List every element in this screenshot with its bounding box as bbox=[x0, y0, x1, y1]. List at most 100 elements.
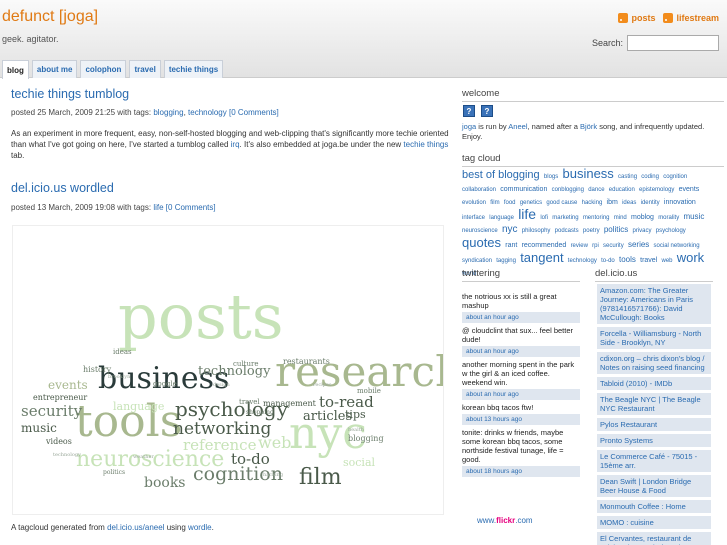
delicious-bookmark[interactable]: Monmouth Coffee : Home bbox=[597, 500, 711, 513]
help-icon[interactable]: ? bbox=[463, 105, 475, 117]
tag-cloud-link[interactable]: travel bbox=[640, 257, 657, 264]
tag-cloud-link[interactable]: podcasts bbox=[555, 228, 579, 234]
tag-cloud-link[interactable]: tangent bbox=[520, 250, 563, 265]
tag-cloud-link[interactable]: syndication bbox=[462, 258, 492, 264]
tag-cloud-link[interactable]: series bbox=[628, 240, 649, 249]
irq-link[interactable]: irq bbox=[231, 140, 240, 149]
tab-colophon[interactable]: colophon bbox=[80, 60, 127, 78]
tag-cloud-link[interactable]: neuroscience bbox=[462, 228, 498, 234]
tag-cloud-link[interactable]: work bbox=[677, 250, 704, 265]
tag-cloud-link[interactable]: language bbox=[489, 215, 514, 221]
tag-cloud-link[interactable]: business bbox=[562, 166, 613, 181]
joga-link[interactable]: joga bbox=[462, 122, 476, 131]
tag-cloud-link[interactable]: events bbox=[679, 186, 700, 193]
post-title[interactable]: del.icio.us wordled bbox=[11, 181, 114, 195]
tag-cloud-link[interactable]: life bbox=[518, 206, 536, 222]
delicious-bookmark[interactable]: MOMO : cuisine bbox=[597, 516, 711, 529]
delicious-bookmark[interactable]: El Cervantes, restaurant de cuisine du m… bbox=[597, 532, 711, 545]
tag-link[interactable]: technology bbox=[188, 108, 227, 117]
tag-cloud-link[interactable]: psychology bbox=[656, 228, 686, 234]
posts-feed-link[interactable]: posts bbox=[618, 13, 655, 23]
tweet-time[interactable]: about an hour ago bbox=[462, 389, 580, 400]
delicious-bookmark[interactable]: Le Commerce Café - 75015 - 15ème arr. bbox=[597, 450, 711, 472]
flickr-badge[interactable]: www.flickr.com bbox=[477, 516, 533, 525]
tab-techie-things[interactable]: techie things bbox=[163, 60, 224, 78]
tag-cloud-link[interactable]: review bbox=[571, 243, 588, 249]
tag-cloud-link[interactable]: marketing bbox=[552, 215, 578, 221]
tag-cloud-link[interactable]: tagging bbox=[496, 258, 516, 264]
tag-cloud-link[interactable]: social networking bbox=[654, 243, 700, 249]
tag-cloud-link[interactable]: blogs bbox=[544, 174, 558, 180]
delicious-profile-link[interactable]: del.icio.us/aneel bbox=[107, 523, 164, 532]
tag-cloud-link[interactable]: good cause bbox=[546, 200, 577, 206]
tag-cloud-link[interactable]: privacy bbox=[633, 228, 652, 234]
tag-cloud-link[interactable]: casting bbox=[618, 174, 637, 180]
delicious-bookmark[interactable]: Forcella - Williamsburg - North Side - B… bbox=[597, 327, 711, 349]
tag-cloud-link[interactable]: collaboration bbox=[462, 187, 496, 193]
tag-cloud-link[interactable]: film bbox=[490, 200, 499, 206]
post-title[interactable]: techie things tumblog bbox=[11, 87, 129, 101]
lifestream-feed-link[interactable]: lifestream bbox=[663, 13, 719, 23]
tag-cloud-link[interactable]: politics bbox=[604, 225, 628, 234]
tweet-time[interactable]: about 13 hours ago bbox=[462, 414, 580, 425]
tag-cloud-link[interactable]: morality bbox=[658, 215, 679, 221]
comments-link[interactable]: [0 Comments] bbox=[229, 108, 279, 117]
tag-cloud-link[interactable]: ideas bbox=[622, 200, 636, 206]
tag-cloud-link[interactable]: nyc bbox=[502, 224, 518, 235]
tag-cloud-link[interactable]: dance bbox=[588, 187, 604, 193]
tweet-time[interactable]: about 18 hours ago bbox=[462, 466, 580, 477]
delicious-bookmark[interactable]: Tabloid (2010) - IMDb bbox=[597, 377, 711, 390]
tag-link[interactable]: life bbox=[153, 203, 163, 212]
tag-cloud-link[interactable]: hacking bbox=[582, 200, 603, 206]
tag-cloud-link[interactable]: to-do bbox=[601, 258, 615, 264]
tag-cloud-link[interactable]: tools bbox=[619, 255, 636, 264]
delicious-bookmark[interactable]: Pylos Restaurant bbox=[597, 418, 711, 431]
tag-cloud-link[interactable]: evolution bbox=[462, 200, 486, 206]
tag-cloud-link[interactable]: cognition bbox=[663, 174, 687, 180]
help-icon[interactable]: ? bbox=[481, 105, 493, 117]
tag-cloud-link[interactable]: food bbox=[504, 200, 516, 206]
tag-cloud-link[interactable]: rant bbox=[505, 242, 517, 249]
wordle-link[interactable]: wordle bbox=[188, 523, 212, 532]
delicious-bookmark[interactable]: Pronto Systems bbox=[597, 434, 711, 447]
aneel-link[interactable]: Aneel bbox=[508, 122, 527, 131]
tag-cloud-link[interactable]: philosophy bbox=[522, 228, 551, 234]
tag-cloud-link[interactable]: communication bbox=[500, 186, 547, 193]
delicious-bookmark[interactable]: The Beagle NYC | The Beagle NYC Restaura… bbox=[597, 393, 711, 415]
tag-link[interactable]: blogging bbox=[153, 108, 183, 117]
tag-cloud-link[interactable]: rpi bbox=[592, 243, 599, 249]
techie-things-link[interactable]: techie things bbox=[403, 140, 448, 149]
tag-cloud-link[interactable]: epistemology bbox=[639, 187, 674, 193]
tag-cloud-link[interactable]: education bbox=[609, 187, 635, 193]
tag-cloud-link[interactable]: identity bbox=[641, 200, 660, 206]
tweet-time[interactable]: about an hour ago bbox=[462, 312, 580, 323]
tag-cloud-link[interactable]: best of blogging bbox=[462, 169, 540, 181]
tag-cloud-link[interactable]: security bbox=[603, 243, 624, 249]
tag-cloud-link[interactable]: technology bbox=[568, 258, 597, 264]
tag-cloud-link[interactable]: ibm bbox=[607, 199, 618, 206]
tag-cloud-link[interactable]: mentoring bbox=[583, 215, 610, 221]
tag-cloud-link[interactable]: poetry bbox=[583, 228, 600, 234]
delicious-bookmark[interactable]: Dean Swift | London Bridge Beer House & … bbox=[597, 475, 711, 497]
tab-blog[interactable]: blog bbox=[2, 60, 29, 79]
comments-link[interactable]: [0 Comments] bbox=[166, 203, 216, 212]
tag-cloud-link[interactable]: web bbox=[661, 258, 672, 264]
tab-about-me[interactable]: about me bbox=[31, 60, 78, 78]
search-input[interactable] bbox=[627, 35, 719, 51]
tag-cloud-link[interactable]: lofi bbox=[540, 215, 548, 221]
site-title[interactable]: defunct [joga] bbox=[2, 8, 98, 26]
delicious-bookmark[interactable]: cdixon.org – chris dixon's blog / Notes … bbox=[597, 352, 711, 374]
tag-cloud-link[interactable]: music bbox=[683, 212, 704, 221]
tab-travel[interactable]: travel bbox=[129, 60, 161, 78]
tag-cloud-link[interactable]: moblog bbox=[631, 214, 654, 221]
tag-cloud-link[interactable]: innovation bbox=[664, 199, 696, 206]
tag-cloud-link[interactable]: quotes bbox=[462, 235, 501, 250]
bjork-link[interactable]: Björk bbox=[580, 122, 597, 131]
tag-cloud-link[interactable]: conblogging bbox=[552, 187, 584, 193]
tag-cloud-link[interactable]: mind bbox=[614, 215, 627, 221]
tweet-time[interactable]: about an hour ago bbox=[462, 346, 580, 357]
tag-cloud-link[interactable]: interface bbox=[462, 215, 485, 221]
tag-cloud-link[interactable]: recommended bbox=[522, 242, 567, 249]
tag-cloud-link[interactable]: coding bbox=[641, 174, 659, 180]
delicious-bookmark[interactable]: Amazon.com: The Greater Journey: America… bbox=[597, 284, 711, 324]
